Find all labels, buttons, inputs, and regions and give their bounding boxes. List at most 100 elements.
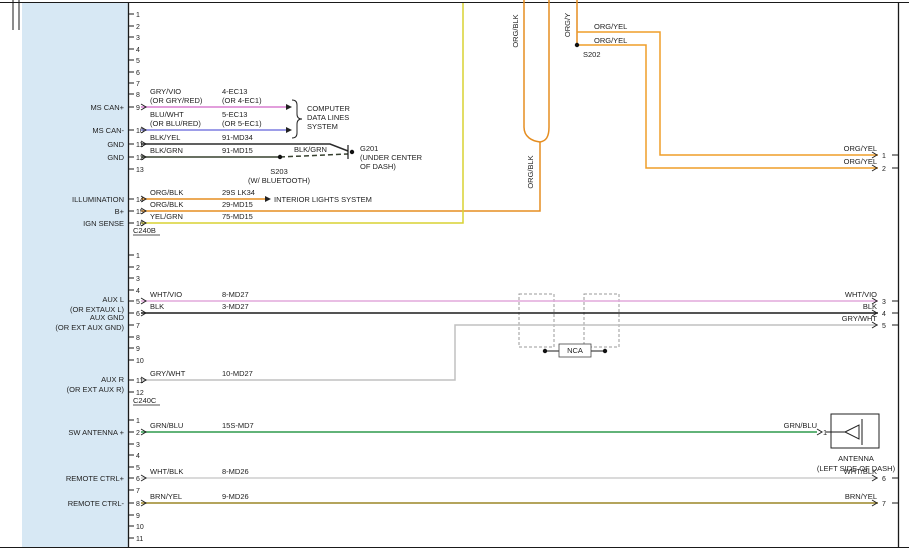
pin-number: 3 [882, 299, 886, 306]
wire-color-label: YEL/GRN [150, 212, 183, 221]
signal-label: AUX GND [90, 313, 125, 322]
computer-system-line2: DATA LINES [307, 113, 349, 122]
wire-circuit-label: 8-MD26 [222, 467, 249, 476]
connector-label: C240C [133, 396, 157, 405]
wire-circuit-label: 8-MD27 [222, 290, 249, 299]
pin-number: 3 [136, 276, 140, 283]
pin-number: 12 [136, 390, 144, 397]
pin-number: 1 [136, 418, 140, 425]
pin-number: 5 [136, 299, 140, 306]
wire-color-alt-label: (OR GRY/RED) [150, 96, 203, 105]
pin-number: 4 [882, 311, 886, 318]
antenna-note: (LEFT SIDE OF DASH) [817, 464, 896, 473]
wire-color-alt-label: (OR BLU/RED) [150, 119, 201, 128]
wire-circuit-alt-label: (OR 4-EC1) [222, 96, 262, 105]
wire-color-label: BLK [863, 302, 877, 311]
pin-number: 10 [136, 524, 144, 531]
g201-note-line2: OF DASH) [360, 162, 396, 171]
nca-dot-right [603, 349, 607, 353]
wire-color-label: ORG/YEL [844, 157, 877, 166]
signal-label: MS CAN- [92, 126, 124, 135]
nca-label: NCA [567, 346, 583, 355]
s203-splice-dot [278, 155, 282, 159]
pin-number: 8 [136, 335, 140, 342]
antenna-wire-label: GRN/BLU [784, 421, 817, 430]
g201-note-line1: (UNDER CENTER [360, 153, 423, 162]
signal-label: AUX R [101, 375, 125, 384]
computer-system-line3: SYSTEM [307, 122, 338, 131]
wire-circuit-label: 29S LK34 [222, 188, 255, 197]
s203-label: S203 [270, 167, 288, 176]
wire-circuit-label: 10-MD27 [222, 369, 253, 378]
nca-dot-left [543, 349, 547, 353]
wire-color-label: WHT/VIO [150, 290, 182, 299]
antenna-label: ANTENNA [838, 454, 874, 463]
pin-number: 1 [136, 253, 140, 260]
wire-color-label: GRY/VIO [150, 87, 181, 96]
wire-circuit-alt-label: (OR 5-EC1) [222, 119, 262, 128]
wire-circuit-label: 4-EC13 [222, 87, 247, 96]
pin-number: 8 [136, 92, 140, 99]
wire-color-label: GRN/BLU [150, 421, 183, 430]
wire-color-label: BLU/WHT [150, 110, 184, 119]
signal-label: ILLUMINATION [72, 195, 124, 204]
signal-label: (OR EXT AUX GND) [55, 323, 124, 332]
pin-number: 6 [136, 70, 140, 77]
signal-label: B+ [115, 207, 125, 216]
s202-label: S202 [583, 50, 601, 59]
pin-number: 6 [136, 476, 140, 483]
pin-number: 2 [136, 430, 140, 437]
interior-lights-label: INTERIOR LIGHTS SYSTEM [274, 195, 372, 204]
left-component-panel [22, 3, 128, 547]
pin-number: 7 [136, 488, 140, 495]
wire-circuit-label: 5-EC13 [222, 110, 247, 119]
signal-label: GND [107, 153, 124, 162]
pin-number: 3 [136, 35, 140, 42]
wire-color-label: GRY/WHT [150, 369, 186, 378]
wiring-diagram: C240B123456789GRY/VIO(OR GRY/RED)4-EC13(… [0, 0, 909, 549]
pin-number: 9 [136, 346, 140, 353]
rotated-wire-label: ORG/Y [563, 13, 572, 37]
dashed-wire-color-label: BLK/GRN [294, 145, 327, 154]
wire-circuit-label: 9-MD26 [222, 492, 249, 501]
s203-note: (W/ BLUETOOTH) [248, 176, 310, 185]
pin-number: 5 [882, 323, 886, 330]
pin-number: 9 [136, 105, 140, 112]
rotated-wire-label: ORG/BLK [526, 155, 535, 188]
wire-color-label: BRN/YEL [150, 492, 182, 501]
antenna-box [831, 414, 879, 448]
wire-color-label: ORG/BLK [150, 188, 183, 197]
rotated-wire-label: ORG/BLK [511, 14, 520, 47]
wire-color-label: BRN/YEL [845, 492, 877, 501]
signal-label: IGN SENSE [83, 219, 124, 228]
signal-label: GND [107, 140, 124, 149]
wiring-diagram-page: C240B123456789GRY/VIO(OR GRY/RED)4-EC13(… [0, 0, 909, 549]
pin-number: 7 [136, 81, 140, 88]
pin-number: 4 [136, 453, 140, 460]
wire-color-label: BLK [150, 302, 164, 311]
wire-circuit-label: 91-MD34 [222, 133, 253, 142]
wire-circuit-label: 3-MD27 [222, 302, 249, 311]
pin-number: 9 [136, 513, 140, 520]
computer-system-line1: COMPUTER [307, 104, 351, 113]
signal-label: MS CAN+ [90, 103, 124, 112]
pin-number: 1 [136, 12, 140, 19]
pin-number: 6 [882, 476, 886, 483]
wire-circuit-label: 15S-MD7 [222, 421, 254, 430]
pin-number: 2 [882, 166, 886, 173]
antenna-pin-number: 1 [823, 428, 827, 437]
pin-number: 10 [136, 358, 144, 365]
pin-number: 5 [136, 58, 140, 65]
pin-number: 13 [136, 167, 144, 174]
pin-number: 7 [882, 501, 886, 508]
signal-label: AUX L [102, 295, 124, 304]
wire-color-label: WHT/BLK [150, 467, 183, 476]
pin-number: 2 [136, 24, 140, 31]
pin-number: 8 [136, 501, 140, 508]
wire-color-label: GRY/WHT [842, 314, 878, 323]
pin-number: 2 [136, 265, 140, 272]
g201-label: G201 [360, 144, 378, 153]
pin-number: 4 [136, 47, 140, 54]
wire-circuit-label: 91-MD15 [222, 146, 253, 155]
wire-circuit-label: 29-MD15 [222, 200, 253, 209]
